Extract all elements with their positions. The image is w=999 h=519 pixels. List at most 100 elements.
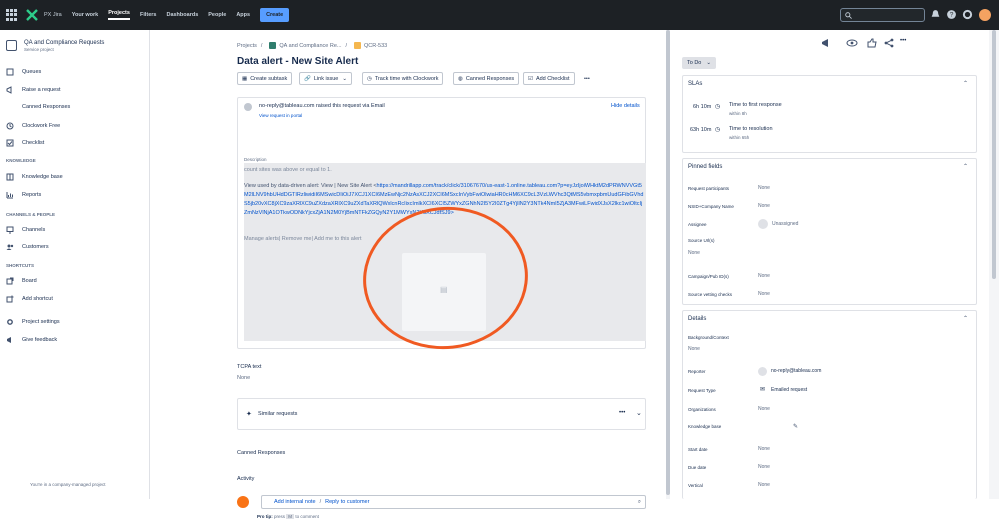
sidebar-item-queues[interactable]: Queues	[6, 68, 41, 76]
details-title: Details	[688, 316, 707, 322]
description-label: Description	[244, 157, 267, 162]
unassigned-avatar	[758, 219, 768, 229]
create-subtask-button[interactable]: ▦ Create subtask	[237, 72, 293, 85]
nav-your-work[interactable]: Your work	[72, 12, 99, 18]
nav-filters[interactable]: Filters	[140, 12, 157, 18]
field-value[interactable]: None	[758, 203, 770, 209]
field-label: Assignee	[688, 222, 707, 227]
avatar[interactable]	[979, 9, 991, 21]
canned-responses-button[interactable]: ◍ Canned Responses	[453, 72, 520, 85]
image-icon: ▤	[440, 285, 448, 294]
monitor-icon	[6, 226, 14, 234]
reply-to-customer-link[interactable]: Reply to customer	[325, 499, 369, 505]
nav-projects[interactable]: Projects	[108, 10, 130, 20]
sidebar-item-clockwork[interactable]: Clockwork Free	[6, 122, 60, 130]
track-time-button[interactable]: ◷ Track time with Clockwork	[362, 72, 444, 85]
sidebar-item-checklist[interactable]: Checklist	[6, 139, 44, 147]
comment-input[interactable]: Add internal note / Reply to customer ⌕	[261, 495, 646, 509]
nav-apps[interactable]: Apps	[236, 12, 250, 18]
megaphone-icon	[7, 337, 11, 343]
similar-requests-panel[interactable]: ✦ Similar requests ••• ⌄	[237, 398, 646, 430]
canned-responses-label: Canned Responses	[465, 75, 515, 82]
svg-text:?: ?	[950, 12, 954, 19]
chevron-up-icon[interactable]: ⌃	[963, 80, 968, 87]
chevron-down-icon[interactable]: ⌄	[636, 409, 642, 417]
sidebar-item-board[interactable]: Board	[6, 277, 37, 285]
app-switcher-icon[interactable]	[6, 9, 18, 21]
add-checklist-button[interactable]: ☑ Add Checklist	[523, 72, 575, 85]
field-value[interactable]: Unassigned	[772, 221, 798, 227]
add-internal-note-link[interactable]: Add internal note	[274, 499, 316, 505]
thumbs-up-icon[interactable]	[865, 38, 879, 48]
manage-alerts-text[interactable]: Manage alerts| Remove me| Add me to this…	[244, 236, 362, 242]
sidebar-item-channels[interactable]: Channels	[6, 226, 45, 234]
sidebar-item-give-feedback[interactable]: Give feedback	[6, 336, 57, 344]
description-body[interactable]: count sites was above or equal to 1. Vie…	[244, 163, 646, 341]
view-in-portal-link[interactable]: View request in portal	[259, 113, 302, 118]
sidebar-item-customers[interactable]: Customers	[6, 243, 49, 251]
link-issue-button[interactable]: 🔗 Link issue ⌄	[299, 72, 352, 85]
field-value[interactable]: None	[758, 482, 770, 488]
project-header[interactable]: QA and Compliance Requests Service proje…	[6, 40, 104, 52]
details-sidebar: ••• To Do ⌄ SLAs ⌃ 6h 10m ◷ Time to first…	[670, 30, 989, 499]
page-scrollbar[interactable]	[989, 30, 999, 499]
chevron-up-icon[interactable]: ⌃	[963, 315, 968, 322]
breadcrumb-projects[interactable]: Projects	[237, 43, 257, 49]
sidebar-item-label: Checklist	[22, 140, 45, 146]
sidebar-item-canned-responses[interactable]: Canned Responses	[22, 104, 70, 110]
field-label: Source Url(s)	[688, 238, 715, 243]
settings-icon[interactable]	[962, 9, 973, 20]
megaphone-icon[interactable]	[820, 38, 834, 48]
hide-details-link[interactable]: Hide details	[611, 103, 640, 109]
pro-tip-end: to comment	[295, 514, 319, 519]
edit-pencil-icon[interactable]: ✎	[793, 423, 798, 430]
sidebar-item-raise-request[interactable]: Raise a request	[6, 86, 61, 94]
sidebar-item-label: Give feedback	[22, 337, 58, 343]
sidebar-item-reports[interactable]: Reports	[6, 191, 41, 199]
sidebar-item-knowledge-base[interactable]: Knowledge base	[6, 173, 63, 181]
sender-email[interactable]: no-reply@tableau.com	[259, 103, 314, 109]
attachment-icon[interactable]: ⌕	[638, 499, 641, 506]
field-value[interactable]: None	[758, 464, 770, 470]
field-value[interactable]: no-reply@tableau.com	[771, 368, 821, 374]
nav-people[interactable]: People	[208, 12, 226, 18]
breadcrumb-issue-key[interactable]: QCR-533	[364, 43, 387, 49]
create-button[interactable]: Create	[260, 8, 290, 22]
field-value[interactable]: None	[758, 291, 770, 297]
add-link-icon	[6, 295, 14, 303]
share-icon[interactable]	[882, 38, 896, 48]
notifications-icon[interactable]	[930, 9, 941, 20]
issue-title[interactable]: Data alert - New Site Alert	[237, 56, 358, 67]
product-logo-icon[interactable]	[26, 9, 38, 21]
more-icon: •••	[584, 75, 590, 82]
help-icon[interactable]: ?	[946, 9, 957, 20]
breadcrumb-project[interactable]: QA and Compliance Re...	[279, 43, 341, 49]
field-value[interactable]: None	[758, 446, 770, 452]
details-panel: Details ⌃ Background/Context None Report…	[682, 310, 977, 499]
pinned-fields-title: Pinned fields	[688, 164, 723, 170]
field-value[interactable]: None	[688, 346, 700, 352]
more-icon[interactable]: •••	[900, 38, 906, 44]
sidebar-item-add-shortcut[interactable]: Add shortcut	[6, 295, 53, 303]
sidebar-item-label: Project settings	[22, 319, 60, 325]
field-value[interactable]: None	[688, 250, 700, 256]
field-label: NSID+Company Name	[688, 204, 734, 209]
sidebar-item-project-settings[interactable]: Project settings	[6, 318, 60, 326]
scrollbar-thumb[interactable]	[992, 30, 996, 279]
more-icon[interactable]: •••	[619, 410, 625, 416]
pro-tip: Pro tip: press M to comment	[257, 514, 319, 519]
more-actions-button[interactable]: •••	[580, 72, 594, 85]
product-name[interactable]: PX Jira	[44, 12, 62, 18]
project-type: Service project	[24, 47, 54, 52]
status-dropdown[interactable]: To Do ⌄	[682, 57, 716, 69]
watch-eye-icon[interactable]	[845, 38, 859, 48]
field-value[interactable]: Emailed request	[771, 387, 807, 393]
search-input[interactable]	[840, 8, 925, 22]
nav-dashboards[interactable]: Dashboards	[166, 12, 198, 18]
field-value[interactable]: None	[758, 185, 770, 191]
chevron-up-icon[interactable]: ⌃	[963, 163, 968, 170]
tcpa-value[interactable]: None	[237, 375, 250, 381]
sla-name: Time to first response	[729, 102, 782, 108]
field-value[interactable]: None	[758, 273, 770, 279]
field-value[interactable]: None	[758, 406, 770, 412]
